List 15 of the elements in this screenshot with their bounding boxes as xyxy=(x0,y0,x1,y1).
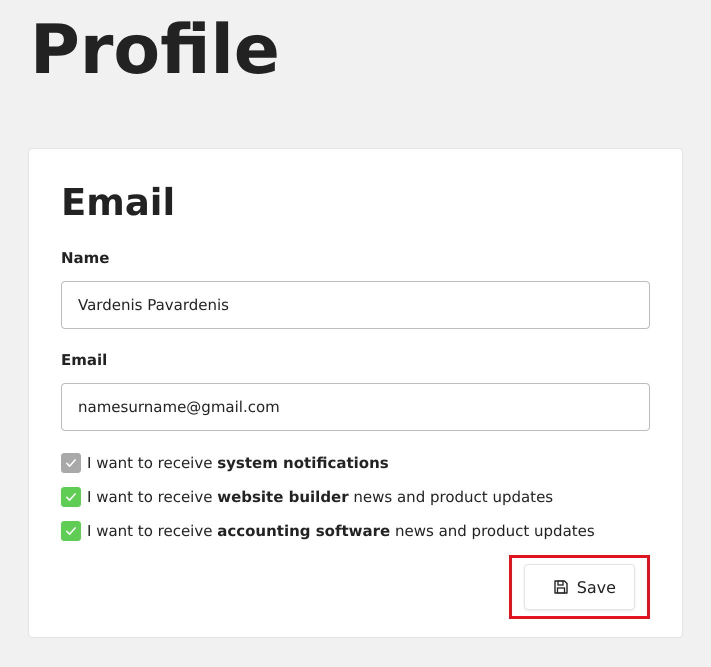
checkbox-label: I want to receive website builder news and product updates xyxy=(87,488,554,506)
input-field[interactable]: Vardenis Pavardenis xyxy=(61,281,650,329)
save-button[interactable]: Save xyxy=(524,564,635,610)
checkbox-label: I want to receive system notifications xyxy=(87,454,389,472)
input-field[interactable]: namesurname@gmail.com xyxy=(61,383,650,431)
field-label: Name xyxy=(61,249,110,267)
check-icon xyxy=(64,524,78,538)
checkbox[interactable] xyxy=(61,487,81,507)
card-title: Email xyxy=(61,180,176,226)
check-icon xyxy=(64,456,78,470)
checkbox-label: I want to receive accounting software news and product updates xyxy=(87,522,595,540)
field-label: Email xyxy=(61,351,108,369)
page-title: Profile xyxy=(30,10,281,92)
checkbox[interactable] xyxy=(61,521,81,541)
check-icon xyxy=(64,490,78,504)
